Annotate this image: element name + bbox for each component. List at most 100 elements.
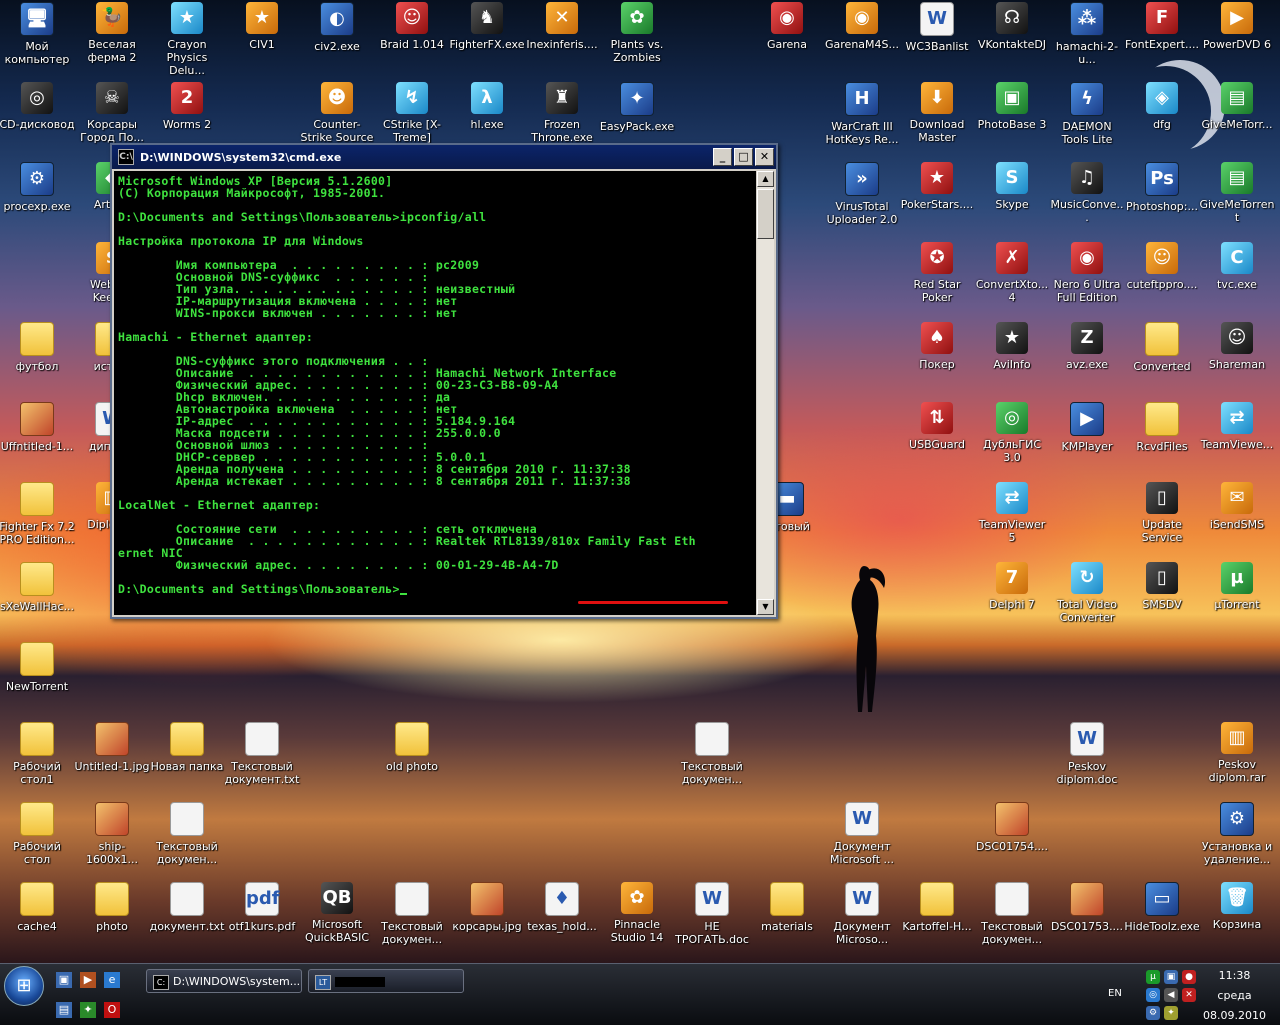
desktop-icon[interactable]: ☠ Корсары Город По...	[74, 82, 150, 144]
desktop-icon[interactable]: ★ AviInfo	[974, 322, 1050, 371]
taskbar-button-cmd[interactable]: C: D:\WINDOWS\system...	[146, 969, 302, 993]
desktop-icon[interactable]: Рабочий стол	[0, 802, 75, 866]
monitor-tray-icon[interactable]: ▣	[1164, 970, 1178, 984]
desktop-icon[interactable]: ♦ texas_hold...	[524, 882, 600, 933]
desktop-icon[interactable]: 🗑 Корзина	[1199, 882, 1275, 931]
desktop-icon[interactable]: ✕ Inexinferis....	[524, 2, 600, 51]
desktop-icon[interactable]: cache4	[0, 882, 75, 933]
desktop-icon[interactable]: RcvdFiles	[1124, 402, 1200, 453]
desktop-icon[interactable]: ⇄ TeamViewer 5	[974, 482, 1050, 544]
desktop-icon[interactable]: Kartoffel-H...	[899, 882, 975, 933]
desktop-icon[interactable]: Текстовый докумен...	[149, 802, 225, 866]
desktop-icon[interactable]: ▯ SMSDV	[1124, 562, 1200, 611]
media-icon[interactable]: ▶	[80, 972, 96, 988]
desktop-icon[interactable]: λ hl.exe	[449, 82, 525, 131]
desktop-icon[interactable]: W Документ Microso...	[824, 882, 900, 946]
antivirus-tray-icon[interactable]: ✕	[1182, 988, 1196, 1002]
desktop-icon[interactable]: ☺ Shareman	[1199, 322, 1275, 371]
scroll-up-icon[interactable]: ▲	[757, 171, 774, 187]
desktop-icon[interactable]: ◉ Garena	[749, 2, 825, 51]
desktop-icon[interactable]: µ µTorrent	[1199, 562, 1275, 611]
utorrent-tray-icon[interactable]: µ	[1146, 970, 1160, 984]
desktop-icon[interactable]: ▣ PhotoBase 3	[974, 82, 1050, 131]
desktop-icon[interactable]: W WC3Banlist	[899, 2, 975, 53]
desktop-icon[interactable]: ▶ PowerDVD 6	[1199, 2, 1275, 51]
desktop-icon[interactable]: ▥ Peskov diplom.rar	[1199, 722, 1275, 784]
desktop-icon[interactable]: ◉ GarenaM4S...	[824, 2, 900, 51]
update-tray-icon[interactable]: ⚙	[1146, 1006, 1160, 1020]
maximize-button[interactable]: □	[734, 148, 753, 166]
desktop-icon[interactable]: ◎ CD-дисковод	[0, 82, 75, 131]
desktop-icon[interactable]: ↯ CStrike [X-Treme]	[374, 82, 450, 144]
desktop-icon[interactable]: QB Microsoft QuickBASIC	[299, 882, 375, 944]
desktop-icon[interactable]: DSC01753....	[1049, 882, 1125, 933]
desktop-icon[interactable]: S Skype	[974, 162, 1050, 211]
desktop-icon[interactable]: Zavz.exe	[1049, 322, 1125, 371]
desktop-icon[interactable]: ✪ Red Star Poker	[899, 242, 975, 304]
scroll-thumb[interactable]	[757, 189, 774, 239]
taskbar-button-other[interactable]: LT	[308, 969, 464, 993]
desktop-icon[interactable]: ▤ GiveMeTorr...	[1199, 82, 1275, 131]
desktop-icon[interactable]: 🖥 Мой компьютер	[0, 2, 75, 66]
desktop-icon[interactable]: ▤ GiveMeTorrent	[1199, 162, 1275, 224]
desktop-icon[interactable]: W Peskov diplom.doc	[1049, 722, 1125, 786]
desktop-icon[interactable]: W Документ Microsoft ...	[824, 802, 900, 866]
desktop-icon[interactable]: ⁂ hamachi-2-u...	[1049, 2, 1125, 66]
explorer-icon[interactable]: ▤	[56, 1002, 72, 1018]
desktop-icon[interactable]: old photo	[374, 722, 450, 773]
desktop-icon[interactable]: ☺ cuteftppro....	[1124, 242, 1200, 291]
show-desktop-icon[interactable]: ▣	[56, 972, 72, 988]
language-indicator[interactable]: EN	[1108, 988, 1122, 999]
desktop-icon[interactable]: ⚙ Установка и удаление...	[1199, 802, 1275, 866]
desktop-icon[interactable]: Ps Photoshop:...	[1124, 162, 1200, 213]
desktop-icon[interactable]: ⇅ USBGuard	[899, 402, 975, 451]
cmd-titlebar[interactable]: C:\ D:\WINDOWS\system32\cmd.exe _ □ ✕	[112, 145, 776, 169]
desktop-icon[interactable]: ★ PokerStars....	[899, 162, 975, 211]
desktop-icon[interactable]: ◈ dfg	[1124, 82, 1200, 131]
desktop-icon[interactable]: Untitled-1.jpg	[74, 722, 150, 773]
desktop-icon[interactable]: ✗ ConvertXto... 4	[974, 242, 1050, 304]
desktop-icon[interactable]: ♠ Покер	[899, 322, 975, 371]
desktop-icon[interactable]: ▭ HideToolz.exe	[1124, 882, 1200, 933]
desktop-icon[interactable]: ↻ Total Video Converter	[1049, 562, 1125, 624]
desktop-icon[interactable]: F FontExpert....	[1124, 2, 1200, 51]
desktop-icon[interactable]: Ctvc.exe	[1199, 242, 1275, 291]
desktop-icon[interactable]: Текстовый докумен...	[974, 882, 1050, 946]
desktop-icon[interactable]: ♞ FighterFX.exe	[449, 2, 525, 51]
desktop-icon[interactable]: Новая папка	[149, 722, 225, 773]
desktop-icon[interactable]: NewTorrent	[0, 642, 75, 693]
desktop-icon[interactable]: H WarCraft III HotKeys Re...	[824, 82, 900, 146]
desktop-icon[interactable]: Текстовый документ.txt	[224, 722, 300, 786]
desktop-icon[interactable]: Текстовый докумен...	[674, 722, 750, 786]
close-button[interactable]: ✕	[755, 148, 774, 166]
desktop-icon[interactable]: ♜ Frozen Throne.exe	[524, 82, 600, 144]
windows-icon[interactable]: ✦	[80, 1002, 96, 1018]
cmd-console[interactable]: Microsoft Windows XP [Версия 5.1.2600] (C…	[114, 171, 756, 615]
desktop-icon[interactable]: документ.txt	[149, 882, 225, 933]
desktop-icon[interactable]: футбол	[0, 322, 75, 373]
desktop-icon[interactable]: ✦ EasyPack.exe	[599, 82, 675, 133]
start-button[interactable]: ⊞	[4, 966, 44, 1006]
desktop-icon[interactable]: ⇄ TeamViewe...	[1199, 402, 1275, 451]
desktop-icon[interactable]: ⚙ procexp.exe	[0, 162, 75, 213]
network-tray-icon[interactable]: ◎	[1146, 988, 1160, 1002]
desktop-icon[interactable]: ♫ MusicConve...	[1049, 162, 1125, 224]
desktop-icon[interactable]: Uffntitled-1...	[0, 402, 75, 453]
desktop-icon[interactable]: ✿ Plants vs. Zombies	[599, 2, 675, 64]
desktop-icon[interactable]: 🦆 Веселая ферма 2	[74, 2, 150, 64]
desktop-icon[interactable]: Текстовый докумен...	[374, 882, 450, 946]
desktop-icon[interactable]: корсары.jpg	[449, 882, 525, 933]
desktop-icon[interactable]: ⬇ Download Master	[899, 82, 975, 144]
desktop-icon[interactable]: photo	[74, 882, 150, 933]
desktop-icon[interactable]: W НЕ ТРОГАТЬ.doc	[674, 882, 750, 946]
desktop-icon[interactable]: DSC01754....	[974, 802, 1050, 853]
desktop-icon[interactable]: ☺ Braid 1.014	[374, 2, 450, 51]
desktop-icon[interactable]: ◎ ДубльГИС 3.0	[974, 402, 1050, 464]
desktop-icon[interactable]: ★ CIV1	[224, 2, 300, 51]
cmd-scrollbar[interactable]: ▲ ▼	[757, 171, 774, 615]
desktop-icon[interactable]: ☻ Counter-Strike Source	[299, 82, 375, 144]
desktop-icon[interactable]: ship-1600x1...	[74, 802, 150, 866]
desktop-icon[interactable]: ϟ DAEMON Tools Lite	[1049, 82, 1125, 146]
ie-icon[interactable]: e	[104, 972, 120, 988]
desktop-icon[interactable]: Converted	[1124, 322, 1200, 373]
